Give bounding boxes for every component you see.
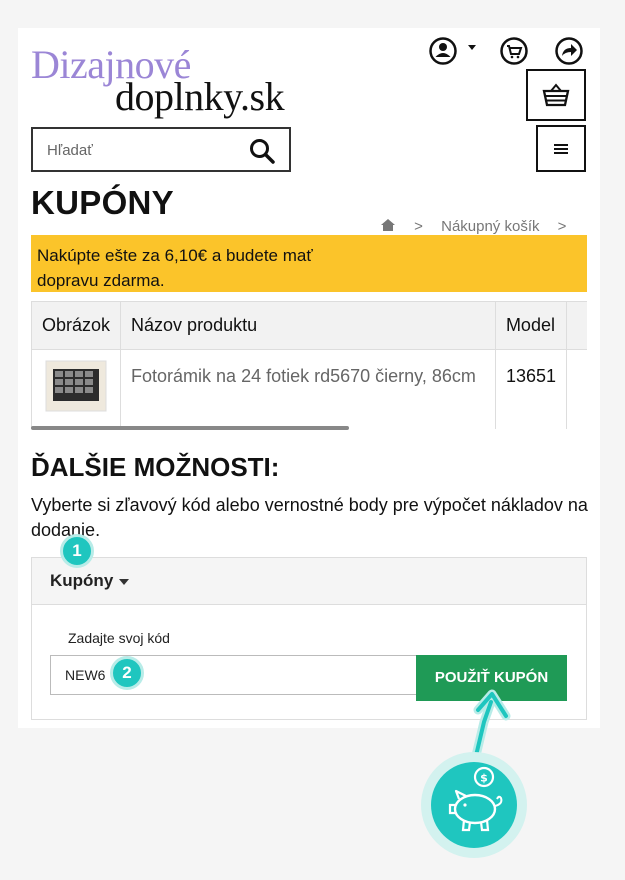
search-input[interactable] bbox=[47, 137, 227, 163]
coupon-panel-toggle[interactable]: Kupóny bbox=[32, 558, 586, 605]
page-container: Dizajnové doplnky.sk Hľadať KUPÓNY > Nák… bbox=[18, 28, 600, 728]
coupon-code-label: Zadajte svoj kód bbox=[68, 630, 170, 646]
hamburger-menu-icon bbox=[554, 143, 568, 154]
basket-button[interactable] bbox=[526, 69, 586, 121]
table-header-name: Názov produktu bbox=[120, 302, 496, 350]
coupon-panel-label: Kupóny bbox=[50, 571, 114, 590]
home-icon[interactable] bbox=[380, 218, 396, 234]
breadcrumb-separator: > bbox=[414, 218, 423, 234]
table-header-image: Obrázok bbox=[32, 302, 122, 350]
logo[interactable]: Dizajnové doplnky.sk bbox=[31, 41, 301, 119]
product-name[interactable]: Fotorámik na 24 fotiek rd5670 čierny, 86… bbox=[120, 349, 496, 429]
table-cell-more bbox=[567, 349, 588, 429]
more-options-title: ĎALŠIE MOŽNOSTI: bbox=[31, 452, 280, 482]
cart-icon[interactable] bbox=[499, 36, 529, 66]
cart-table: Obrázok Názov produktu Model Fotorámik n… bbox=[31, 301, 587, 429]
coupon-panel: Kupóny Zadajte svoj kód POUŽIŤ KUPÓN bbox=[31, 557, 587, 720]
coupon-code-input[interactable] bbox=[50, 655, 420, 695]
piggy-bank-icon: $ bbox=[421, 752, 527, 858]
basket-icon bbox=[542, 83, 570, 107]
more-options-description: Vyberte si zľavový kód alebo vernostné b… bbox=[31, 495, 588, 540]
table-header-more bbox=[566, 302, 587, 350]
product-thumbnail[interactable] bbox=[45, 360, 107, 412]
table-header-model: Model bbox=[495, 302, 568, 350]
product-thumbnail-cell[interactable] bbox=[32, 349, 122, 429]
breadcrumb: > Nákupný košík > bbox=[380, 218, 590, 234]
logo-line-2: doplnky.sk bbox=[115, 74, 285, 119]
step-1-badge: 1 bbox=[60, 534, 94, 568]
chevron-down-icon bbox=[119, 579, 129, 585]
step-2-badge: 2 bbox=[110, 656, 144, 690]
page-title: KUPÓNY bbox=[31, 184, 174, 221]
breadcrumb-cart-link[interactable]: Nákupný košík bbox=[441, 218, 539, 234]
search-icon[interactable] bbox=[249, 138, 275, 164]
user-menu-caret[interactable] bbox=[468, 45, 476, 50]
table-scrollbar[interactable] bbox=[31, 426, 349, 430]
table-row: Fotorámik na 24 fotiek rd5670 čierny, 86… bbox=[32, 349, 587, 429]
free-shipping-text: Nakúpte ešte za 6,10€ a budete mať dopra… bbox=[37, 246, 313, 290]
menu-button[interactable] bbox=[536, 125, 586, 172]
share-icon[interactable] bbox=[554, 36, 584, 66]
breadcrumb-separator-trailing: > bbox=[557, 218, 567, 234]
search-box[interactable] bbox=[31, 127, 291, 172]
svg-text:$: $ bbox=[480, 772, 488, 785]
free-shipping-banner: Nakúpte ešte za 6,10€ a budete mať dopra… bbox=[31, 235, 587, 292]
product-model: 13651 bbox=[495, 349, 568, 429]
apply-coupon-button[interactable]: POUŽIŤ KUPÓN bbox=[416, 655, 567, 701]
user-icon[interactable] bbox=[428, 36, 458, 66]
